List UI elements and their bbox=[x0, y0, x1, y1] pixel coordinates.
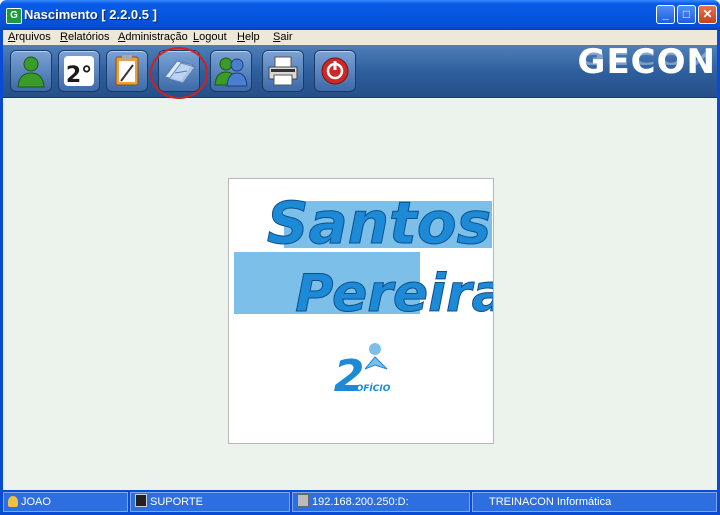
svg-text:2°: 2° bbox=[66, 63, 92, 88]
status-profile-text: SUPORTE bbox=[150, 496, 203, 508]
clipboard-search-button[interactable] bbox=[106, 50, 148, 92]
server-icon bbox=[297, 494, 309, 507]
user-button[interactable] bbox=[10, 50, 52, 92]
power-button[interactable] bbox=[314, 50, 356, 92]
title-bar[interactable]: G Nascimento [ 2.2.0.5 ] _ □ ✕ bbox=[0, 0, 720, 30]
minimize-button[interactable]: _ bbox=[656, 5, 675, 24]
power-icon bbox=[321, 57, 349, 85]
menu-arquivos[interactable]: Arquivos bbox=[8, 31, 51, 43]
client-area: Arquivos Relatórios Administração Logout… bbox=[3, 30, 717, 515]
second-office-button[interactable]: 2° bbox=[58, 50, 100, 92]
app-icon: G bbox=[6, 8, 22, 24]
app-window: G Nascimento [ 2.2.0.5 ] _ □ ✕ Arquivos … bbox=[0, 0, 720, 515]
menu-help[interactable]: Help bbox=[237, 31, 260, 43]
clipboard-search-icon bbox=[115, 55, 139, 86]
status-server-text: 192.168.200.250:D: bbox=[312, 496, 409, 508]
menu-administracao[interactable]: Administração bbox=[118, 31, 188, 43]
maximize-button[interactable]: □ bbox=[677, 5, 696, 24]
status-profile: SUPORTE bbox=[130, 492, 290, 512]
window-title: Nascimento [ 2.2.0.5 ] bbox=[24, 7, 157, 22]
user-icon bbox=[17, 56, 45, 88]
user-status-icon bbox=[8, 496, 18, 507]
menu-logout[interactable]: Logout bbox=[193, 31, 227, 43]
users-button[interactable] bbox=[210, 50, 252, 92]
svg-text:Santos: Santos bbox=[267, 189, 491, 257]
status-user: JOAO bbox=[3, 492, 128, 512]
print-button[interactable] bbox=[262, 50, 304, 92]
status-server: 192.168.200.250:D: bbox=[292, 492, 470, 512]
second-office-icon: 2° bbox=[64, 56, 94, 88]
status-bar: JOAO SUPORTE 192.168.200.250:D: TREINACO… bbox=[0, 490, 720, 515]
svg-text:2: 2 bbox=[334, 351, 365, 402]
svg-text:OFÍCIO: OFÍCIO bbox=[356, 382, 391, 394]
santos-pereira-logo: Santos Pereira 2 OFÍCIO bbox=[234, 189, 507, 402]
computer-icon bbox=[135, 494, 147, 507]
status-company-text: TREINACON Informática bbox=[489, 496, 612, 508]
highlight-circle bbox=[150, 47, 208, 99]
printer-icon bbox=[268, 56, 298, 86]
close-button[interactable]: ✕ bbox=[698, 5, 717, 24]
status-company: TREINACON Informática bbox=[472, 492, 717, 512]
status-user-text: JOAO bbox=[21, 496, 51, 508]
menu-relatorios[interactable]: Relatórios bbox=[60, 31, 110, 43]
logo-image: Santos Pereira 2 OFÍCIO bbox=[228, 178, 507, 444]
svg-text:Pereira: Pereira bbox=[295, 264, 493, 324]
menu-sair[interactable]: Sair bbox=[273, 31, 293, 43]
gecon-brand-reflection: GECON bbox=[577, 48, 716, 68]
users-icon bbox=[214, 57, 248, 87]
